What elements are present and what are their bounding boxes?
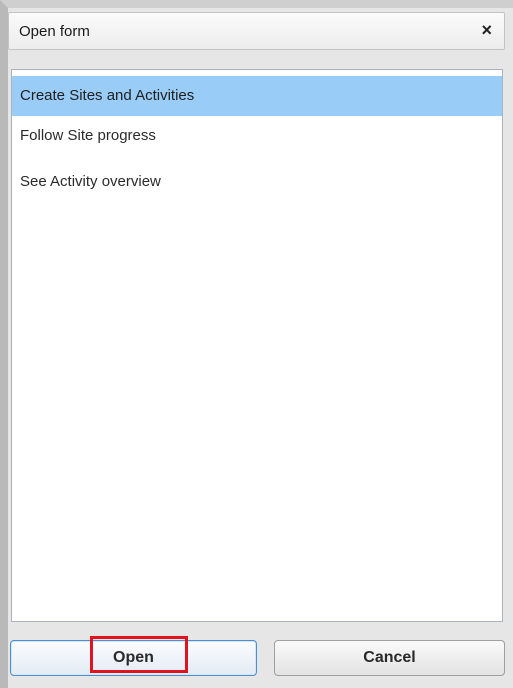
dialog-title: Open form <box>19 23 90 40</box>
open-button-label: Open <box>113 649 154 666</box>
list-item-see-activity-overview[interactable]: See Activity overview <box>12 162 502 202</box>
list-item-follow-site-progress[interactable]: Follow Site progress <box>12 116 502 156</box>
open-button[interactable]: Open <box>10 640 257 676</box>
list-item-label: Create Sites and Activities <box>20 87 195 104</box>
dialog-titlebar: Open form × <box>8 12 505 50</box>
form-list[interactable]: Create Sites and Activities Follow Site … <box>11 69 503 622</box>
close-icon[interactable]: × <box>481 20 492 40</box>
cancel-button[interactable]: Cancel <box>274 640 505 676</box>
list-item-create-sites-and-activities[interactable]: Create Sites and Activities <box>12 76 502 116</box>
cancel-button-label: Cancel <box>363 649 416 666</box>
list-item-label: See Activity overview <box>20 173 161 190</box>
list-item-label: Follow Site progress <box>20 127 156 144</box>
